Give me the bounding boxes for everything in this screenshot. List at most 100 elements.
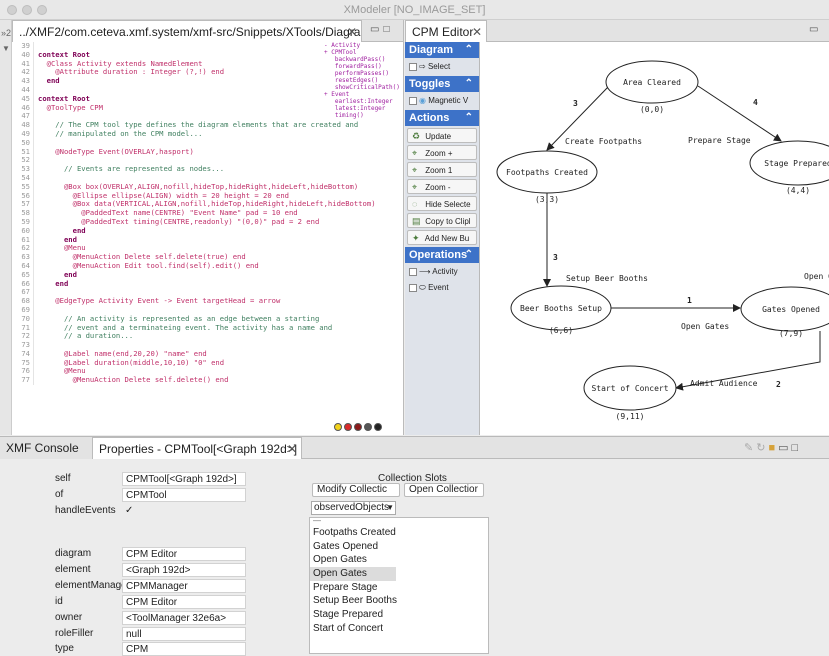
editor-window-buttons[interactable]: ▭□ (370, 24, 394, 35)
property-value[interactable]: CPM Editor (122, 547, 246, 561)
property-value[interactable]: CPM (122, 642, 246, 656)
code-line[interactable]: 51 @NodeType Event(OVERLAY,hasport) (12, 147, 404, 157)
palette-action-label: Zoom 1 (423, 166, 453, 175)
palette-action-button[interactable]: ✦ Add New Bu (407, 230, 477, 245)
palette-action-button[interactable]: ◌ Hide Selecte (407, 196, 477, 211)
status-dot-icon[interactable] (364, 423, 372, 431)
refresh-icon[interactable]: ↻ (756, 442, 768, 454)
palette-operations-header[interactable]: Operations ⌃ (405, 247, 479, 263)
code-line[interactable]: 68 @EdgeType Activity Event -> Event tar… (12, 296, 404, 306)
code-line[interactable]: 49 // manipulated on the CPM model... (12, 129, 404, 139)
outline-view[interactable]: - Activity + CPMTool backwardPass() forwa… (324, 42, 404, 119)
cpm-editor-tab[interactable]: CPM Editor ✕ (405, 20, 487, 42)
code-line[interactable]: 66 end (12, 279, 404, 289)
collection-list-item[interactable]: Start of Concert (310, 622, 396, 636)
palette-action-button[interactable]: ⌖ Zoom + (407, 145, 477, 160)
palette-action-button[interactable]: ▤ Copy to Clipl (407, 213, 477, 228)
outline-item[interactable]: forwardPass() (324, 63, 404, 70)
palette-diagram-header[interactable]: Diagram ⌃ (405, 42, 479, 58)
property-value[interactable]: CPMManager (122, 579, 246, 593)
status-dot-icon[interactable] (344, 423, 352, 431)
event-node-timing[interactable]: (3,3) (535, 195, 559, 204)
close-tab-icon[interactable]: ✕ (287, 438, 297, 459)
collection-list-item[interactable]: Open Gates (310, 553, 396, 567)
status-dot-icon[interactable] (334, 423, 342, 431)
collection-slot-select[interactable]: observedObjects ▼ (311, 501, 396, 515)
palette-actions-header[interactable]: Actions ⌃ (405, 110, 479, 126)
collection-list-item[interactable]: Prepare Stage (310, 581, 396, 595)
event-node-timing[interactable]: (9,11) (616, 412, 645, 421)
code-line[interactable]: 65 end (12, 270, 404, 280)
status-dot-icon[interactable] (354, 423, 362, 431)
pin-icon[interactable]: ✎ (744, 442, 756, 454)
code-line[interactable]: 72 // a duration... (12, 331, 404, 342)
event-node-timing[interactable]: (7,9) (779, 329, 803, 338)
minimize-view-icon[interactable]: ▭ (778, 442, 791, 454)
code-text: @Attribute duration : Integer (?,!) end (38, 67, 225, 77)
cpm-window-buttons[interactable]: ▭ (809, 24, 822, 35)
event-node-name[interactable]: Start of Concert (591, 384, 668, 393)
close-tab-icon[interactable]: ✕ (347, 21, 357, 42)
outline-item[interactable]: performPasses() (324, 70, 404, 77)
palette-action-button[interactable]: ⌖ Zoom - (407, 179, 477, 194)
outline-item[interactable]: resetEdges() (324, 77, 404, 84)
property-value[interactable]: null (122, 627, 246, 641)
collection-list-item[interactable]: Stage Prepared (310, 608, 396, 622)
palette-event-tool[interactable]: ⬭ Event (405, 281, 479, 295)
collection-list-item[interactable]: Open Gates (310, 567, 396, 581)
outline-item[interactable]: - Activity (324, 42, 404, 49)
view-menu-icon[interactable]: ▼ (2, 44, 10, 53)
properties-toolbar[interactable]: ✎↻■▭□ (744, 441, 801, 454)
collection-list-item[interactable]: Setup Beer Booths (310, 594, 397, 608)
palette-action-button[interactable]: ♻ Update (407, 128, 477, 143)
outline-item[interactable]: + Event (324, 91, 404, 98)
palette-action-button[interactable]: ⌖ Zoom 1 (407, 162, 477, 177)
outline-item[interactable]: showCriticalPath() (324, 84, 404, 91)
palette-select-tool[interactable]: ⇨ Select (405, 60, 479, 74)
event-node-name[interactable]: Stage Prepared (764, 159, 829, 168)
minimized-views-strip[interactable]: »2 ▼ (0, 20, 12, 435)
lock-icon[interactable]: ■ (768, 442, 778, 454)
palette-toggles-header[interactable]: Toggles ⌃ (405, 76, 479, 92)
code-line[interactable]: 77 @MenuAction Delete self.delete() end (12, 375, 404, 386)
property-value[interactable]: CPMTool[<Graph 192d>] (122, 472, 246, 486)
property-value[interactable]: ✓ (122, 504, 246, 518)
event-node-name[interactable]: Gates Opened (762, 305, 820, 314)
collapse-icon: ⌃ (464, 112, 473, 123)
event-node-name[interactable]: Footpaths Created (506, 168, 588, 177)
property-value[interactable]: <Graph 192d> (122, 563, 246, 577)
property-label: element (55, 564, 91, 575)
outline-item[interactable]: latest:Integer (324, 105, 404, 112)
properties-tab[interactable]: Properties - CPMTool[<Graph 192d>] ✕ (92, 437, 302, 459)
event-node-name[interactable]: Area Cleared (623, 78, 681, 87)
close-tab-icon[interactable]: ✕ (472, 21, 482, 42)
more-views-count[interactable]: »2 (1, 28, 11, 38)
event-node-timing[interactable]: (6,6) (549, 326, 573, 335)
modify-collection-button[interactable]: Modify Collectic (312, 483, 400, 497)
property-value[interactable]: CPMTool (122, 488, 246, 502)
collection-items-list[interactable]: — Footpaths Created Gates Opened Open Gate… (309, 517, 489, 654)
cpm-network-diagram[interactable]: Create Footpaths 3 Prepare Stage 4 Setup Bee… (481, 42, 829, 435)
palette-activity-tool[interactable]: ⟶ Activity (405, 265, 479, 279)
collection-list-item[interactable]: Gates Opened (310, 540, 396, 554)
event-node-timing[interactable]: (0,0) (640, 105, 664, 114)
maximize-view-icon[interactable]: □ (792, 442, 802, 454)
event-node-timing[interactable]: (4,4) (786, 186, 810, 195)
event-node-name[interactable]: Beer Booths Setup (520, 304, 602, 313)
code-line[interactable]: 53 // Events are represented as nodes... (12, 164, 404, 174)
property-value[interactable]: <ToolManager 32e6a> (122, 611, 246, 625)
property-label: owner (55, 612, 83, 623)
property-value[interactable]: CPM Editor (122, 595, 246, 609)
open-collection-button[interactable]: Open Collectior (404, 483, 484, 497)
outline-item[interactable]: + CPMTool (324, 49, 404, 56)
outline-item[interactable]: backwardPass() (324, 56, 404, 63)
status-dot-icon[interactable] (374, 423, 382, 431)
editor-tab[interactable]: ../XMF2/com.ceteva.xmf.system/xmf-src/Sn… (12, 20, 362, 42)
collection-list-item[interactable]: Footpaths Created (310, 526, 396, 540)
xmf-console-tab[interactable]: XMF Console (0, 437, 92, 459)
outline-item[interactable]: earliest:Integer (324, 98, 404, 105)
outline-item[interactable]: timing() (324, 112, 404, 119)
cpm-diagram-canvas[interactable]: Create Footpaths 3 Prepare Stage 4 Setup Bee… (481, 42, 829, 435)
palette-magnetic-toggle[interactable]: ◉ Magnetic V (405, 94, 479, 108)
edge-arrow-icon: ⟶ (419, 267, 431, 276)
